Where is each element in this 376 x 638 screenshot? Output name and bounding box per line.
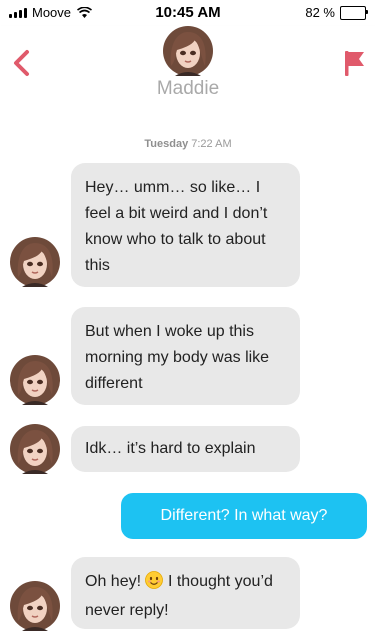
battery-info: 82 %: [305, 5, 368, 20]
timestamp-time: 7:22 AM: [191, 138, 232, 150]
chat-header: Maddie: [0, 26, 376, 110]
smiling-face-emoji-icon: [145, 571, 164, 598]
chevron-left-icon[interactable]: [10, 48, 32, 78]
message-text: Different? In what way?: [160, 507, 328, 524]
contact-avatar[interactable]: [163, 26, 213, 76]
sender-avatar[interactable]: [10, 237, 60, 287]
flag-icon[interactable]: [342, 48, 366, 78]
sender-avatar[interactable]: [10, 355, 60, 405]
battery-percent: 82 %: [305, 5, 335, 20]
battery-icon: [340, 5, 368, 20]
incoming-message-bubble[interactable]: Oh hey! I thought you’d never reply!: [71, 557, 300, 629]
outgoing-message-bubble[interactable]: Different? In what way?: [121, 493, 367, 539]
status-bar: Moove 10:45 AM 82 %: [0, 0, 376, 26]
incoming-message-bubble[interactable]: But when I woke up this morning my body …: [71, 307, 300, 405]
message-text: Hey… umm… so like… I feel a bit weird an…: [85, 179, 268, 274]
message-list[interactable]: Tuesday 7:22 AM Hey… umm… so like… I fee…: [0, 110, 376, 638]
message-text: Idk… it’s hard to explain: [85, 440, 256, 457]
message-text: But when I woke up this morning my body …: [85, 323, 270, 392]
sender-avatar[interactable]: [10, 581, 60, 631]
incoming-message-bubble[interactable]: Idk… it’s hard to explain: [71, 426, 300, 472]
contact-name[interactable]: Maddie: [0, 78, 376, 100]
sender-avatar[interactable]: [10, 424, 60, 474]
message-text-start: Oh hey!: [85, 573, 142, 590]
timestamp-day: Tuesday: [144, 138, 189, 150]
conversation-timestamp: Tuesday 7:22 AM: [0, 138, 376, 150]
incoming-message-bubble[interactable]: Hey… umm… so like… I feel a bit weird an…: [71, 163, 300, 287]
